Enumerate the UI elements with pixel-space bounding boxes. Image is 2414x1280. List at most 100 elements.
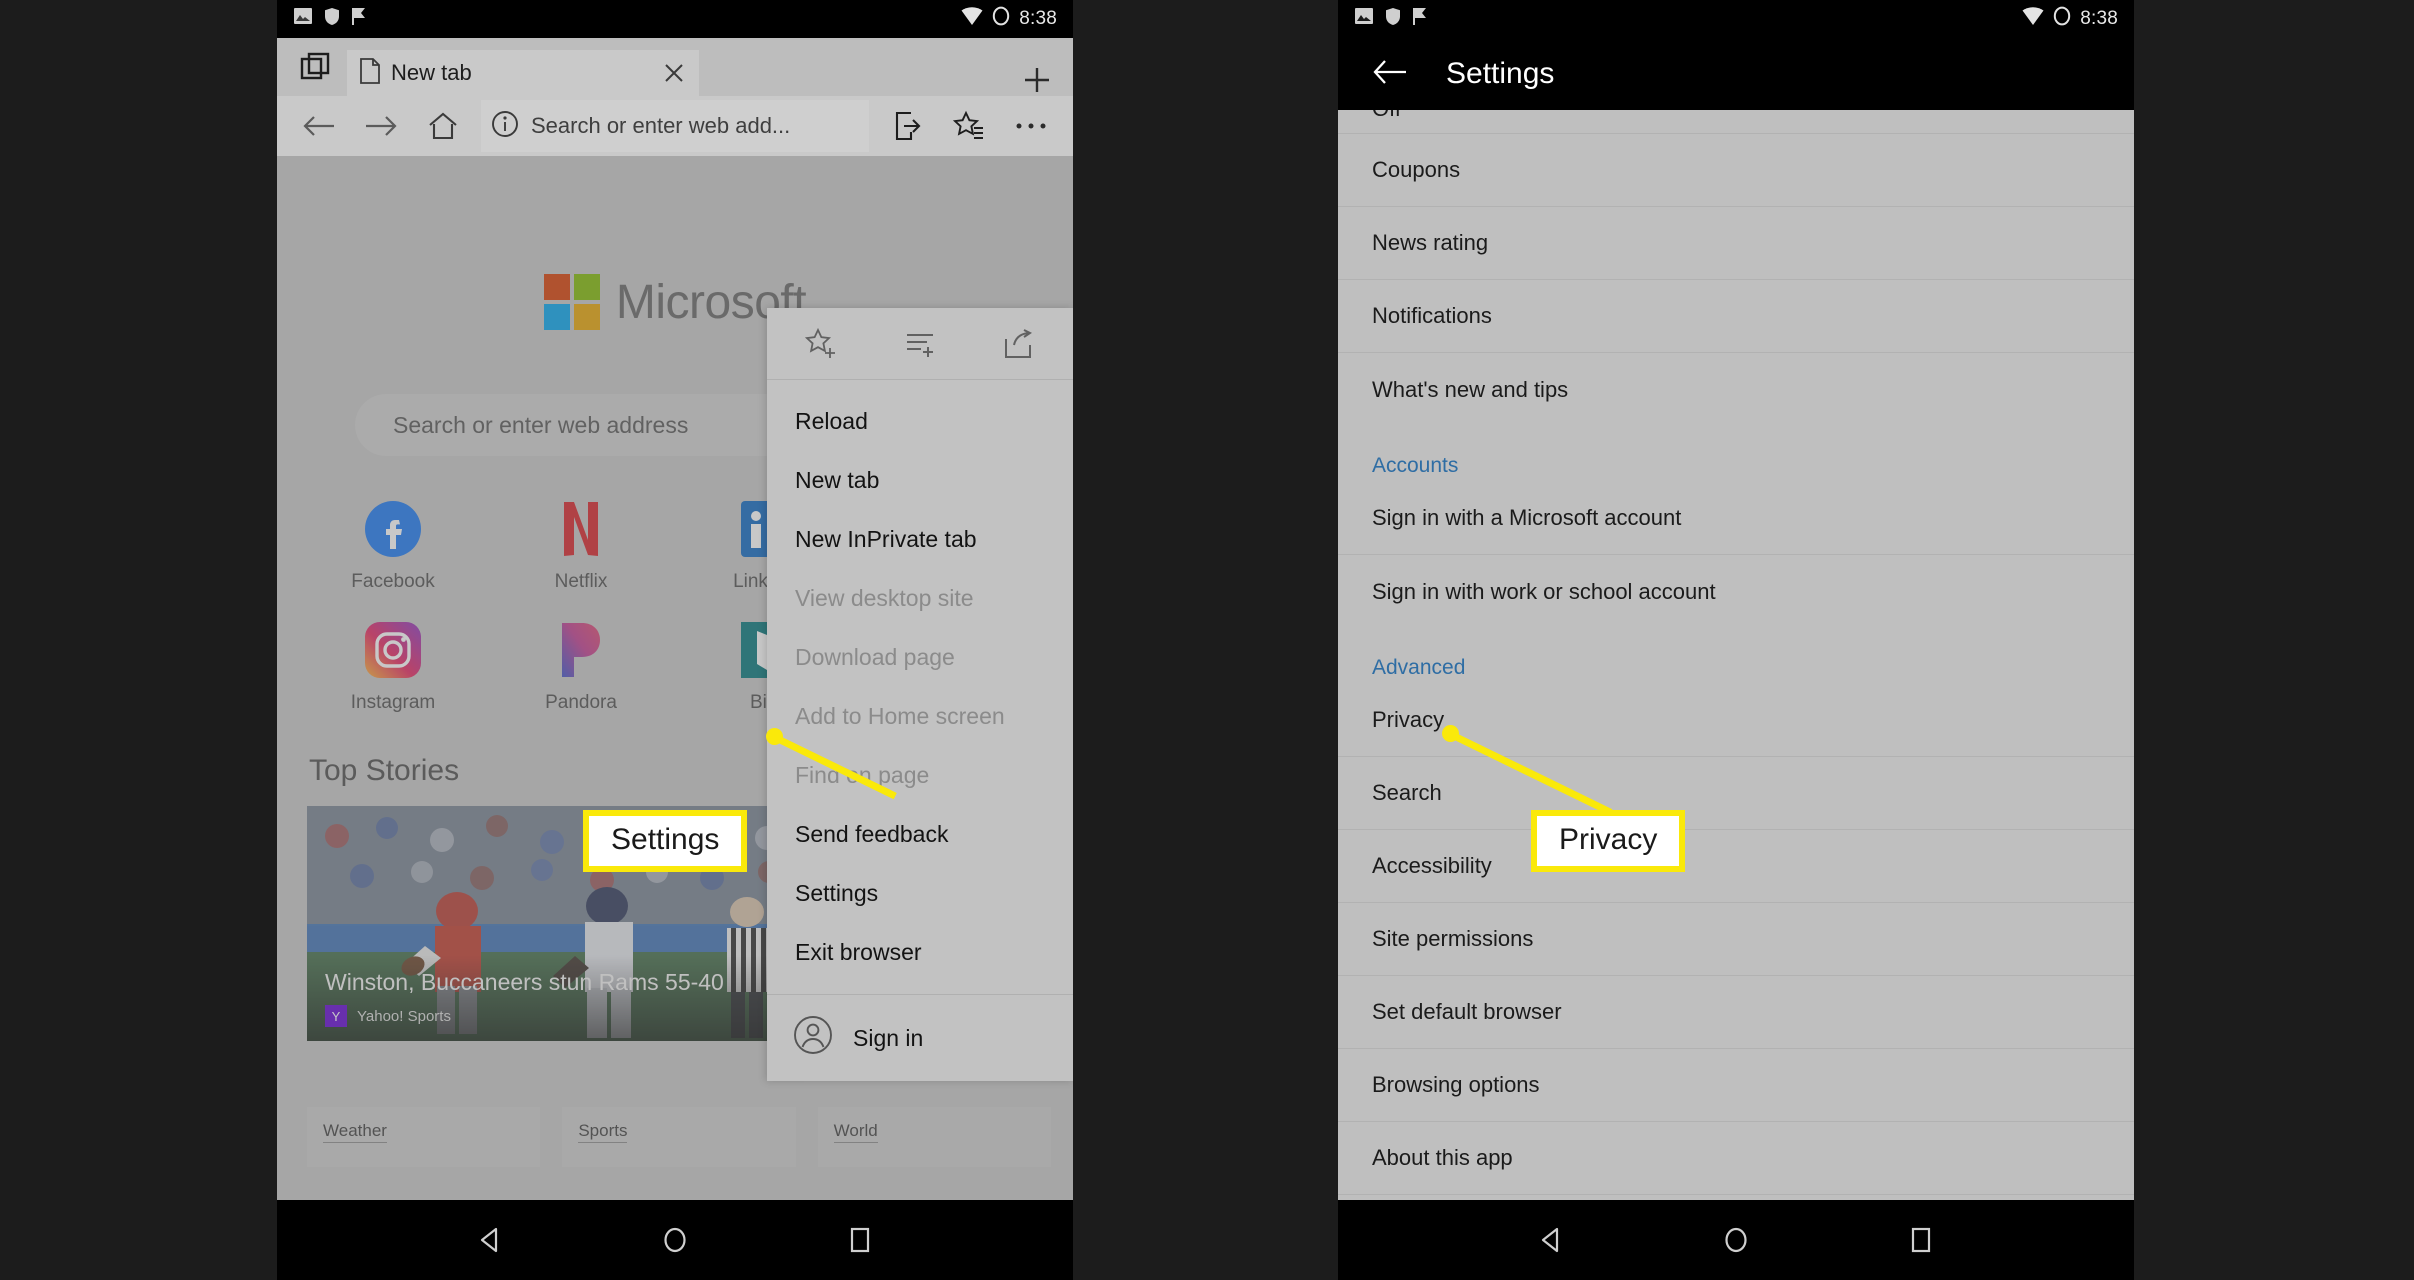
category-card-world[interactable]: World [817, 1107, 1051, 1167]
shortcut-tile-instagram[interactable]: Instagram [299, 619, 487, 714]
battery-icon [992, 6, 1010, 32]
category-card-sports[interactable]: Sports [562, 1107, 796, 1167]
android-recents-icon[interactable] [830, 1210, 890, 1270]
callout-dot-privacy [1442, 725, 1459, 742]
sign-in-label: Sign in [853, 1024, 924, 1051]
screenshot-stage: 8:38 New tab Search or enter web add... … [0, 0, 2414, 1280]
shortcut-label: Instagram [350, 692, 436, 713]
status-bar-clock: 8:38 [2080, 8, 2118, 29]
android-back-icon[interactable] [460, 1210, 520, 1270]
shortcut-tile-netflix[interactable]: Netflix [487, 498, 675, 593]
menu-item-new-inprivate-tab[interactable]: New InPrivate tab [767, 510, 1073, 569]
callout-privacy-label: Privacy [1537, 816, 1680, 866]
status-bar-right-icons: 8:38 [961, 6, 1057, 32]
status-bar-left-icons [1354, 7, 1429, 32]
tab-strip: New tab [277, 38, 1073, 96]
android-home-icon[interactable] [645, 1210, 705, 1270]
settings-row-whats-new-and-tips[interactable]: What's new and tips [1338, 353, 2134, 426]
menu-item-new-tab[interactable]: New tab [767, 451, 1073, 510]
news-source: Y Yahoo! Sports [325, 1005, 764, 1027]
menu-item-settings[interactable]: Settings [767, 864, 1073, 923]
menu-item-add-to-home-screen: Add to Home screen [795, 703, 1005, 729]
menu-item-exit-browser[interactable]: Exit browser [767, 923, 1073, 982]
settings-row-site-permissions[interactable]: Site permissions [1338, 903, 2134, 976]
back-arrow-icon[interactable] [1372, 57, 1408, 92]
callout-settings: Settings [583, 810, 748, 872]
wifi-icon [961, 6, 983, 32]
android-back-icon[interactable] [1521, 1210, 1581, 1270]
status-bar-left: 8:38 [277, 0, 1073, 38]
android-recents-icon[interactable] [1891, 1210, 1951, 1270]
status-bar-left-icons [293, 7, 368, 32]
yahoo-icon: Y [325, 1005, 347, 1027]
settings-row-accessibility[interactable]: Accessibility [1338, 830, 2134, 903]
instagram-icon [362, 619, 424, 681]
callout-dot-settings [766, 728, 783, 745]
browser-toolbar: Search or enter web add... [277, 96, 1073, 156]
settings-row-off[interactable]: Off [1338, 110, 2134, 134]
send-to-device-icon[interactable] [879, 100, 935, 152]
category-card-weather[interactable]: Weather [307, 1107, 541, 1167]
battery-icon [2053, 6, 2071, 32]
address-bar[interactable]: Search or enter web add... [481, 100, 869, 152]
tabs-switcher-button[interactable] [285, 38, 347, 96]
shortcut-tile-facebook[interactable]: Facebook [299, 498, 487, 593]
close-icon[interactable] [661, 60, 687, 86]
settings-title: Settings [1446, 57, 1555, 90]
forward-arrow-icon[interactable] [353, 100, 409, 152]
share-icon[interactable] [969, 328, 1067, 359]
status-bar-right: 8:38 [1338, 0, 2134, 38]
favorites-star-icon[interactable] [941, 100, 997, 152]
settings-row-privacy[interactable]: Privacy [1338, 684, 2134, 757]
status-bar-right-icons: 8:38 [2022, 6, 2118, 32]
home-icon[interactable] [415, 100, 471, 152]
new-tab-button[interactable] [1001, 64, 1073, 96]
tab-title: New tab [391, 60, 472, 85]
add-favorite-icon[interactable] [773, 327, 871, 360]
settings-row-sign-in-work-school-account[interactable]: Sign in with work or school account [1338, 555, 2134, 628]
settings-row-search[interactable]: Search [1338, 757, 2134, 830]
page-icon [359, 57, 381, 89]
settings-row-sign-in-microsoft-account[interactable]: Sign in with a Microsoft account [1338, 482, 2134, 555]
browser-options-menu: Reload New tab New InPrivate tab View de… [767, 308, 1073, 1081]
android-home-icon[interactable] [1706, 1210, 1766, 1270]
settings-row-browsing-options[interactable]: Browsing options [1338, 1049, 2134, 1122]
browser-tab[interactable]: New tab [347, 50, 699, 96]
settings-list[interactable]: Off Coupons News rating Notifications Wh… [1338, 110, 2134, 1212]
pandora-icon [550, 619, 612, 681]
shortcut-label: Pandora [545, 692, 617, 713]
menu-item-send-feedback[interactable]: Send feedback [767, 805, 1073, 864]
settings-row-notifications[interactable]: Notifications [1338, 280, 2134, 353]
facebook-icon [362, 498, 424, 560]
flag-check-icon [1412, 7, 1429, 32]
menu-item-reload[interactable]: Reload [767, 392, 1073, 451]
more-options-icon[interactable] [1003, 100, 1059, 152]
info-icon[interactable] [491, 110, 519, 143]
microsoft-logo: Microsoft [277, 156, 1073, 330]
news-source-name: Yahoo! Sports [357, 1007, 451, 1025]
menu-items: Reload New tab New InPrivate tab View de… [767, 380, 1073, 986]
menu-item-download-page: Download page [795, 644, 955, 670]
callout-privacy: Privacy [1531, 810, 1686, 872]
category-label: Sports [578, 1121, 628, 1143]
settings-row-about-this-app[interactable]: About this app [1338, 1122, 2134, 1195]
account-circle-icon [793, 1015, 833, 1061]
menu-item-view-desktop-site: View desktop site [795, 585, 974, 611]
shortcut-label: Netflix [554, 571, 608, 592]
phone-right-settings: 8:38 Settings Off Coupons News rating No… [1338, 0, 2134, 1280]
address-bar-text: Search or enter web add... [531, 113, 791, 138]
page-search-placeholder: Search or enter web address [393, 411, 689, 438]
menu-item-sign-in[interactable]: Sign in [767, 995, 1073, 1081]
shield-icon [1385, 7, 1401, 32]
image-icon [1354, 7, 1374, 31]
back-arrow-icon[interactable] [291, 100, 347, 152]
category-label: Weather [323, 1121, 387, 1143]
settings-row-set-default-browser[interactable]: Set default browser [1338, 976, 2134, 1049]
menu-icon-row [767, 308, 1073, 380]
settings-section-accounts: Accounts [1372, 454, 1459, 477]
shortcut-tile-pandora[interactable]: Pandora [487, 619, 675, 714]
settings-row-news-rating[interactable]: News rating [1338, 207, 2134, 280]
reading-list-icon[interactable] [871, 329, 969, 359]
settings-row-coupons[interactable]: Coupons [1338, 134, 2134, 207]
android-nav-bar-left [277, 1200, 1073, 1280]
